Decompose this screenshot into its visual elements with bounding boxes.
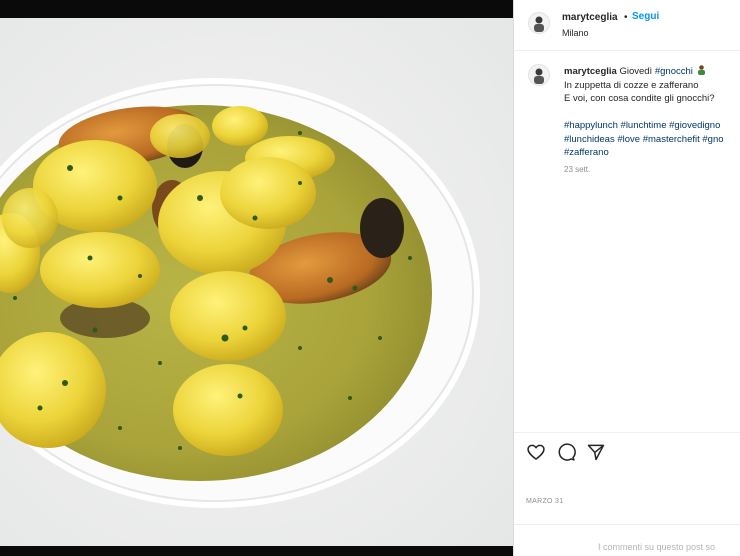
person-avatar-icon	[534, 68, 544, 84]
caption-line-2: In zuppetta di cozze e zafferano	[564, 79, 699, 91]
post-photo[interactable]	[0, 18, 513, 546]
top-black-bar	[0, 0, 513, 18]
like-button[interactable]	[526, 442, 546, 462]
hashtag-link[interactable]: #masterchefit	[643, 134, 700, 145]
hashtag-link[interactable]: #giovedigno	[669, 120, 720, 131]
caption-hashtags-2: #lunchideas #love #masterchefit #gno	[564, 133, 740, 147]
instagram-post-view: marytceglia • Segui Milano marytceglia G…	[0, 0, 740, 556]
hashtag-link[interactable]: #love	[617, 134, 640, 145]
heart-icon	[527, 444, 545, 460]
caption-avatar[interactable]	[528, 64, 550, 86]
header-separator: •	[624, 12, 628, 23]
comment-button[interactable]	[556, 442, 576, 462]
hashtag-link[interactable]: #lunchideas	[564, 134, 615, 145]
caption-line-3: E voi, con cosa condite gli gnocchi?	[564, 93, 715, 104]
hashtag-link[interactable]: #happylunch	[564, 120, 618, 131]
caption-line-1: marytceglia Giovedì #gnocchi	[564, 64, 740, 79]
caption-time-ago[interactable]: 23 sett.	[564, 165, 590, 174]
follow-button[interactable]: Segui	[632, 11, 659, 22]
avatar[interactable]	[528, 12, 550, 34]
hashtag-gnocchi[interactable]: #gnocchi	[655, 66, 693, 77]
location-link[interactable]: Milano	[562, 28, 589, 38]
person-emoji-icon	[697, 65, 705, 75]
hashtag-link[interactable]: #gno	[702, 134, 723, 145]
header-username[interactable]: marytceglia	[562, 12, 618, 23]
comment-bar: I commenti su questo post so	[514, 524, 740, 556]
share-button[interactable]	[586, 442, 606, 462]
post-header: marytceglia • Segui Milano	[514, 0, 740, 51]
person-avatar-icon	[534, 16, 544, 32]
hashtag-link[interactable]: #zafferano	[564, 147, 609, 158]
caption-text-day: Giovedì	[619, 66, 655, 77]
comment-icon	[558, 443, 576, 461]
caption-username[interactable]: marytceglia	[564, 66, 617, 77]
paper-plane-icon	[587, 444, 605, 461]
post-side-panel: marytceglia • Segui Milano marytceglia G…	[513, 0, 740, 556]
post-caption: marytceglia Giovedì #gnocchi In zuppetta…	[564, 64, 740, 160]
actions-divider	[514, 432, 740, 434]
gnocchi-dish-image	[0, 18, 513, 546]
post-date: MARZO 31	[526, 498, 564, 505]
bottom-black-bar	[0, 546, 513, 556]
caption-hashtags-3: #zafferano	[564, 146, 740, 160]
hashtag-link[interactable]: #lunchtime	[621, 120, 667, 131]
caption-hashtags-1: #happylunch #lunchtime #giovedigno	[564, 119, 740, 133]
comments-disabled-notice: I commenti su questo post so	[598, 542, 716, 552]
